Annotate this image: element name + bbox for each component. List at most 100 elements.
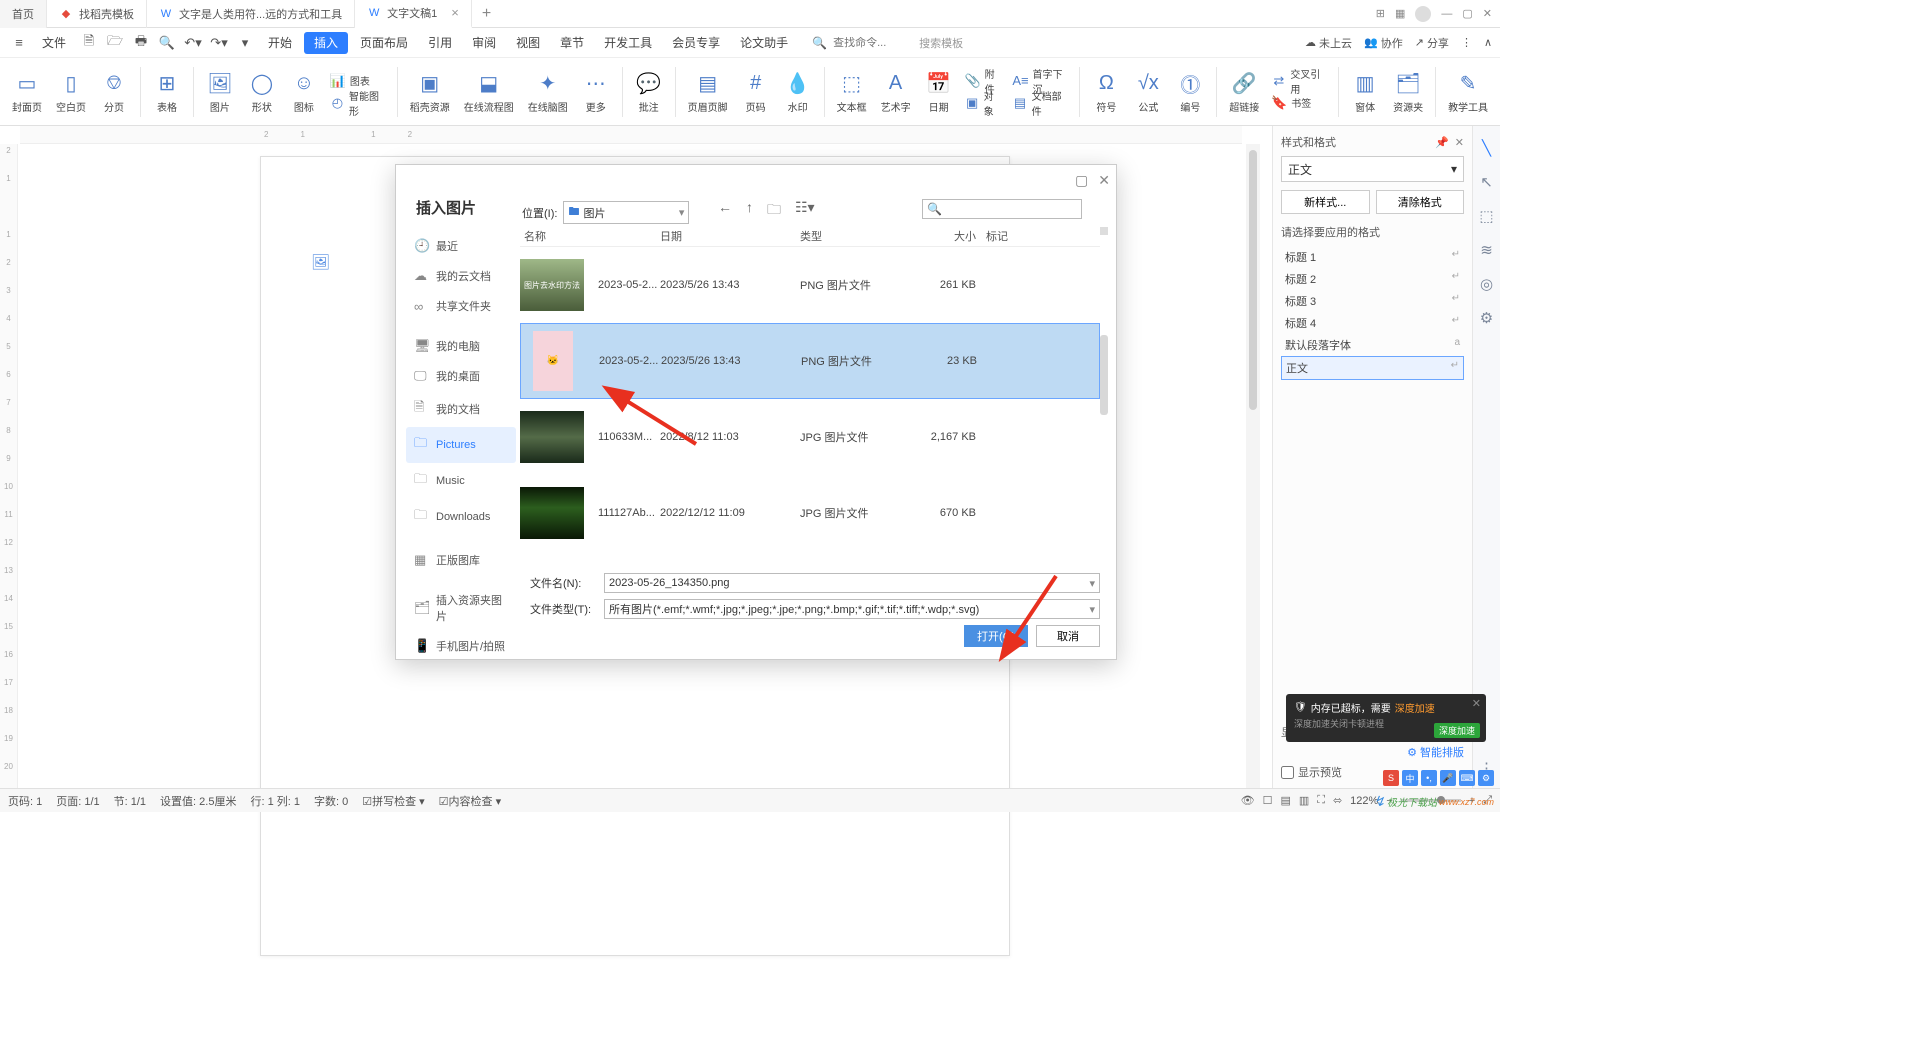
status-contentcheck[interactable]: ☑内容检查 ▾ — [439, 793, 501, 809]
menu-insert[interactable]: 插入 — [304, 32, 348, 54]
ribbon-textbox[interactable]: ⬚文本框 — [831, 65, 873, 118]
sidebar-desktop[interactable]: 🖵我的桌面 — [406, 361, 516, 391]
file-row[interactable]: 图片去水印方法 2023-05-2...2023/5/26 13:43PNG 图… — [520, 247, 1100, 323]
menu-paper[interactable]: 论文助手 — [732, 29, 796, 57]
cloud-status[interactable]: ☁ 未上云 — [1305, 35, 1352, 51]
ribbon-resource[interactable]: 🗂资源夹 — [1387, 65, 1429, 118]
ribbon-watermark[interactable]: 💧水印 — [778, 65, 818, 118]
search-command-input[interactable] — [833, 37, 913, 49]
ribbon-coverpage[interactable]: ▭封面页 — [6, 65, 48, 118]
style-item-default[interactable]: 默认段落字体a — [1281, 334, 1464, 356]
view-read-icon[interactable]: 👁 — [1241, 794, 1255, 807]
ribbon-date[interactable]: 📅日期 — [919, 65, 959, 118]
ime-kbd-icon[interactable]: ⌨ — [1459, 770, 1475, 786]
close-window-icon[interactable]: ✕ — [1483, 7, 1492, 20]
file-row[interactable]: 111127Ab...2022/12/12 11:09JPG 图片文件670 K… — [520, 475, 1100, 551]
apps-icon[interactable]: ▦ — [1395, 7, 1405, 20]
sidebar-phone[interactable]: 📱手机图片/拍照 — [406, 631, 516, 661]
view-print-icon[interactable]: ☐ — [1263, 794, 1273, 807]
ribbon-symbol[interactable]: Ω符号 — [1086, 65, 1126, 118]
focus-icon[interactable]: ⛶ — [1317, 794, 1325, 807]
ribbon-object[interactable]: ▣对象 — [965, 93, 1003, 113]
ribbon-shapes[interactable]: ◯形状 — [242, 65, 282, 118]
file-row-selected[interactable]: 2023-05-2...2023/5/26 13:43PNG 图片文件23 KB — [520, 323, 1100, 399]
search-template-link[interactable]: 搜索模板 — [919, 35, 963, 51]
style-item-h3[interactable]: 标题 3↵ — [1281, 290, 1464, 312]
style-item-h2[interactable]: 标题 2↵ — [1281, 268, 1464, 290]
preview-checkbox[interactable] — [1281, 766, 1294, 779]
ime-mic-icon[interactable]: 🎤 — [1440, 770, 1456, 786]
dropdown-icon[interactable]: ▾ — [234, 32, 256, 54]
sidebar-music[interactable]: 🗀Music — [406, 463, 516, 499]
menu-file[interactable]: 文件 — [34, 29, 74, 57]
dialog-close-icon[interactable]: ✕ — [1098, 172, 1110, 189]
target-icon[interactable]: ◎ — [1477, 274, 1497, 294]
menu-ref[interactable]: 引用 — [420, 29, 460, 57]
user-avatar[interactable] — [1415, 6, 1431, 22]
status-spellcheck[interactable]: ☑拼写检查 ▾ — [362, 793, 424, 809]
sidebar-shared[interactable]: ∞共享文件夹 — [406, 291, 516, 321]
new-style-button[interactable]: 新样式... — [1281, 190, 1370, 214]
sidebar-pc[interactable]: 🖥我的电脑 — [406, 331, 516, 361]
view-mode-icon[interactable]: ☷▾ — [795, 199, 815, 223]
pin-icon[interactable]: 📌 — [1435, 137, 1449, 149]
new-folder-icon[interactable]: 🗀 — [767, 199, 781, 223]
ime-sogou-icon[interactable]: S — [1383, 770, 1399, 786]
menu-dev[interactable]: 开发工具 — [596, 29, 660, 57]
gear-icon[interactable]: ⚙ — [1477, 308, 1497, 328]
status-pages[interactable]: 页面: 1/1 — [56, 793, 99, 809]
hamburger-icon[interactable]: ≡ — [8, 32, 30, 54]
sidebar-pictures[interactable]: 🗀Pictures — [406, 427, 516, 463]
ribbon-pagebreak[interactable]: ⎊分页 — [94, 65, 134, 118]
share-button[interactable]: ↗ 分享 — [1415, 35, 1449, 51]
ime-opt-icon[interactable]: ⚙ — [1478, 770, 1494, 786]
close-panel-icon[interactable]: ✕ — [1455, 137, 1464, 149]
ribbon-mindmap[interactable]: ✦在线脑图 — [522, 65, 574, 118]
ribbon-hyperlink[interactable]: 🔗超链接 — [1223, 65, 1265, 118]
view-web-icon[interactable]: ▤ — [1280, 794, 1290, 807]
add-tab-button[interactable]: + — [472, 5, 501, 23]
status-section[interactable]: 节: 1/1 — [114, 793, 146, 809]
ribbon-crossref[interactable]: ⇄交叉引用 — [1271, 71, 1328, 91]
collaborate-button[interactable]: 👥 协作 — [1364, 35, 1403, 51]
ribbon-table[interactable]: ⊞表格 — [147, 65, 187, 118]
tune-icon[interactable]: ≋ — [1477, 240, 1497, 260]
up-icon[interactable]: ↑ — [746, 199, 753, 223]
sidebar-gallery[interactable]: ▦正版图库 — [406, 545, 516, 575]
style-item-h4[interactable]: 标题 4↵ — [1281, 312, 1464, 334]
redo-icon[interactable]: ↷▾ — [208, 32, 230, 54]
ime-punct-icon[interactable]: •, — [1421, 770, 1437, 786]
dialog-search[interactable]: 🔍 — [922, 199, 1082, 219]
ribbon-form[interactable]: ▥窗体 — [1345, 65, 1385, 118]
ribbon-headerfooter[interactable]: ▤页眉页脚 — [682, 65, 734, 118]
file-row[interactable]: 110633M...2022/8/12 11:03JPG 图片文件2,167 K… — [520, 399, 1100, 475]
view-outline-icon[interactable]: ▥ — [1299, 794, 1309, 807]
file-list-header[interactable]: 名称 日期 类型 大小 标记 — [520, 225, 1100, 247]
maximize-icon[interactable]: ▢ — [1462, 7, 1472, 20]
open-icon[interactable]: 🗁 — [104, 32, 126, 54]
style-item-h1[interactable]: 标题 1↵ — [1281, 246, 1464, 268]
new-doc-icon[interactable]: 🗎 — [78, 32, 100, 54]
style-item-body[interactable]: 正文↵ — [1281, 356, 1464, 380]
ribbon-blankpage[interactable]: ▯空白页 — [50, 65, 92, 118]
tab-template[interactable]: ◆找稻壳模板 — [47, 0, 147, 28]
status-words[interactable]: 字数: 0 — [314, 793, 348, 809]
open-button[interactable]: 打开(O) — [964, 625, 1028, 647]
sidebar-resource-pic[interactable]: 🗂插入资源夹图片 — [406, 585, 516, 631]
current-style-select[interactable]: 正文▾ — [1281, 156, 1464, 182]
select-icon[interactable]: ⬚ — [1477, 206, 1497, 226]
ribbon-smartart[interactable]: ◴智能图形 — [330, 93, 387, 113]
ribbon-more[interactable]: ⋯更多 — [576, 65, 616, 118]
ruler-vertical[interactable]: 21123456789101112131415161718192021 — [0, 144, 18, 788]
location-select[interactable]: 🖿图片▾ — [563, 201, 689, 224]
undo-icon[interactable]: ↶▾ — [182, 32, 204, 54]
ribbon-bookmark[interactable]: 🔖书签 — [1271, 93, 1328, 113]
menu-layout[interactable]: 页面布局 — [352, 29, 416, 57]
status-rowcol[interactable]: 行: 1 列: 1 — [250, 793, 300, 809]
close-tab-icon[interactable]: × — [451, 5, 459, 20]
notif-close-icon[interactable]: ✕ — [1472, 697, 1481, 710]
ribbon-numbering[interactable]: ⓵编号 — [1170, 65, 1210, 118]
ribbon-icons[interactable]: ☺图标 — [284, 65, 324, 118]
status-setting[interactable]: 设置值: 2.5厘米 — [160, 793, 236, 809]
collapse-ribbon-icon[interactable]: ∧ — [1484, 36, 1492, 49]
